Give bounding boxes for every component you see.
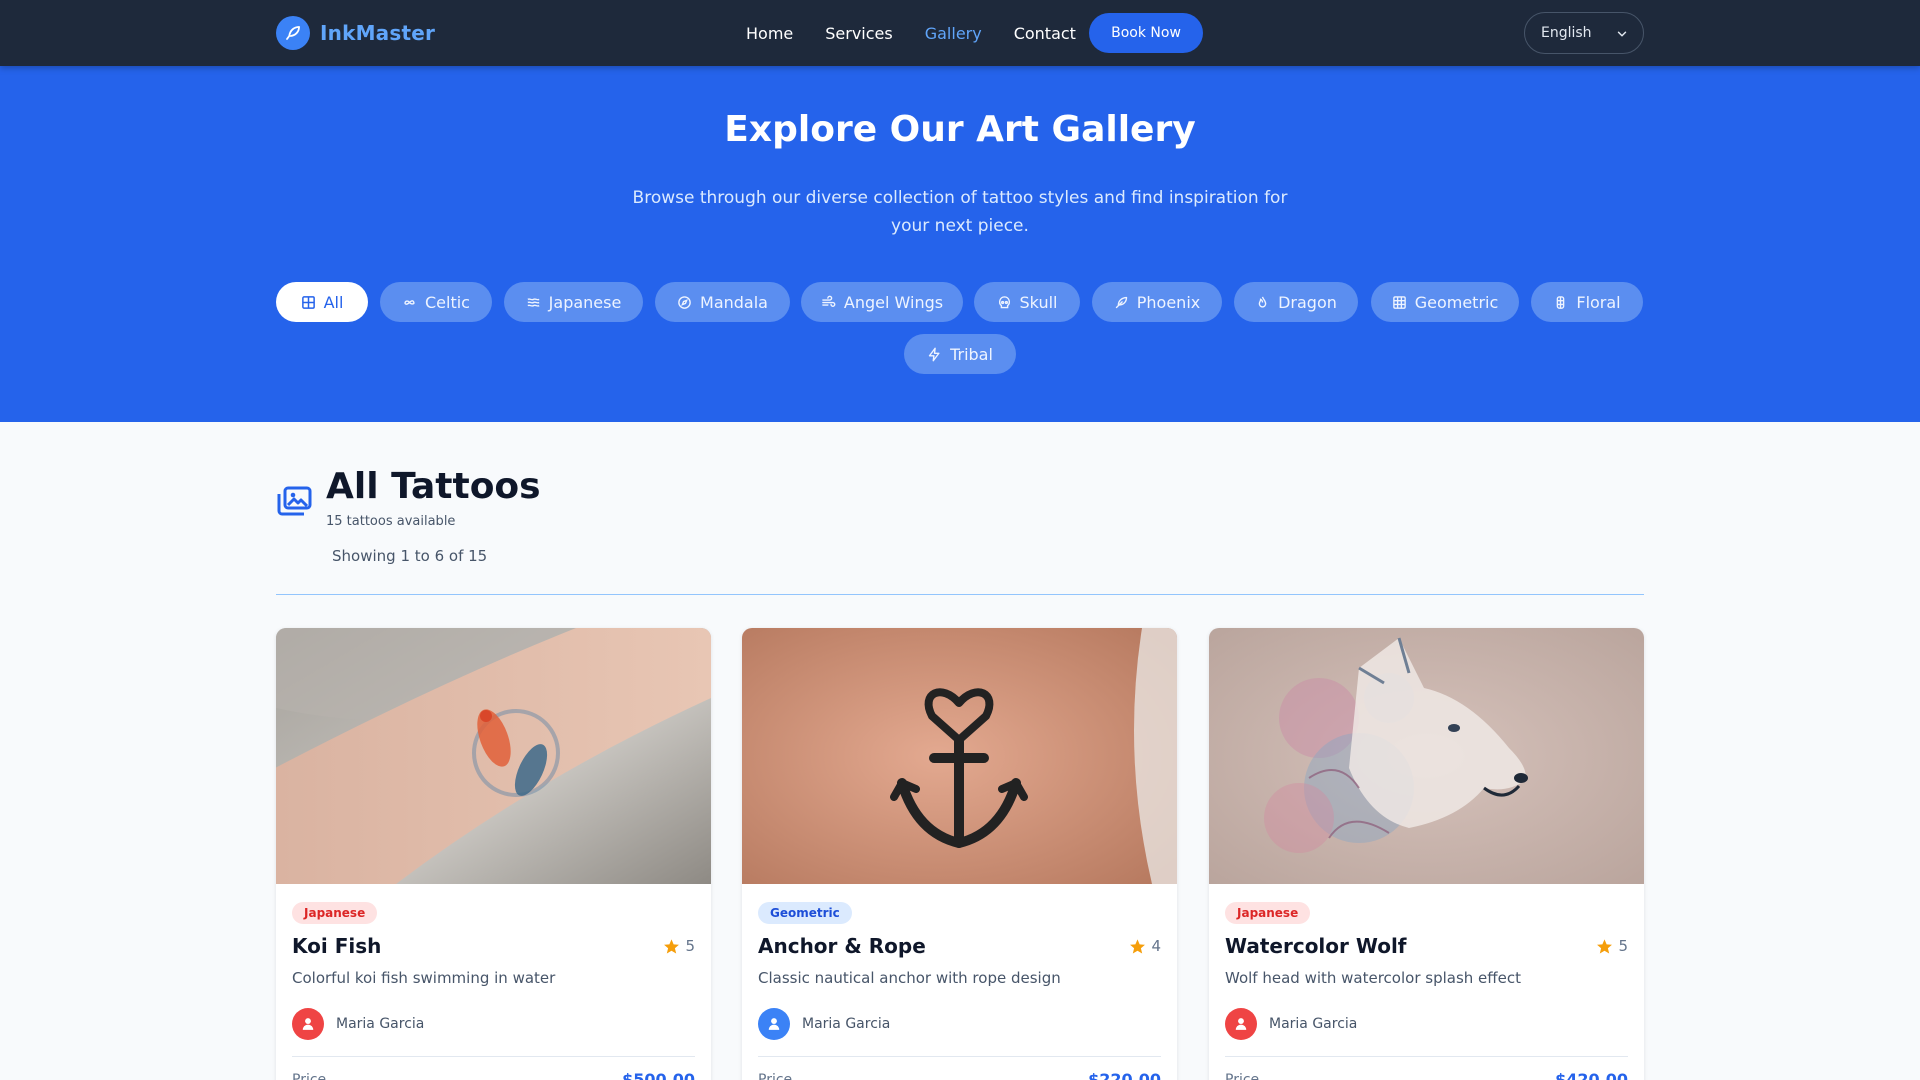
star-icon [1597, 938, 1613, 954]
rating: 5 [1596, 937, 1628, 955]
section-title: All Tattoos [326, 466, 541, 507]
user-icon [1235, 1018, 1247, 1030]
brand[interactable]: InkMaster [276, 14, 435, 52]
filter-mandala[interactable]: Mandala [655, 282, 790, 322]
filter-tribal[interactable]: Tribal [904, 334, 1016, 374]
filter-label: Celtic [425, 292, 470, 312]
avatar [1225, 1008, 1257, 1040]
price: $220.00 [1088, 1070, 1161, 1080]
filter-floral[interactable]: Floral [1531, 282, 1643, 322]
nav-link-services[interactable]: Services [825, 24, 892, 43]
book-now-button[interactable]: Book Now [1089, 13, 1203, 53]
filter-japanese[interactable]: Japanese [504, 282, 643, 322]
tattoo-count: 15 tattoos available [326, 514, 456, 529]
card-description: Classic nautical anchor with rope design [758, 969, 1061, 987]
filter-label: Mandala [700, 292, 768, 312]
artist-name: Maria Garcia [802, 1016, 891, 1032]
star-icon [664, 938, 680, 954]
rating-value: 5 [1618, 937, 1628, 955]
pagination-summary: Showing 1 to 6 of 15 [332, 547, 488, 565]
artist-name: Maria Garcia [1269, 1016, 1358, 1032]
category-tag: Japanese [1225, 902, 1311, 924]
anchor-image[interactable] [742, 628, 1177, 884]
language-value: English [1541, 25, 1592, 41]
language-select[interactable]: English [1524, 12, 1644, 54]
card-divider [292, 1056, 695, 1057]
wind-icon [822, 295, 836, 307]
tattoo-card-watercolor-wolf[interactable]: Japanese Watercolor Wolf 5 Wolf head wit… [1209, 628, 1644, 1080]
card-divider [1225, 1056, 1628, 1057]
price: $420.00 [1555, 1070, 1628, 1080]
filter-celtic[interactable]: Celtic [380, 282, 492, 322]
compass-icon [678, 295, 691, 309]
filter-dragon[interactable]: Dragon [1234, 282, 1358, 322]
filter-all[interactable]: All [276, 282, 368, 322]
rating: 5 [663, 937, 695, 955]
card-title: Anchor & Rope [758, 934, 926, 958]
tattoo-card-anchor-rope[interactable]: Geometric Anchor & Rope 4 Classic nautic… [742, 628, 1177, 1080]
filter-label: All [323, 292, 344, 312]
artist[interactable]: Maria Garcia [292, 1008, 424, 1040]
tattoo-card-koi-fish[interactable]: Japanese Koi Fish 5 Colorful koi fish sw… [276, 628, 711, 1080]
nav-links: Home Services Gallery Contact [746, 14, 1108, 52]
waves-icon [527, 297, 540, 307]
price: $500.00 [622, 1070, 695, 1080]
hero-subtitle: Browse through our diverse collection of… [632, 188, 1288, 236]
card-title: Watercolor Wolf [1225, 934, 1407, 958]
grid-3x3-icon [1392, 295, 1406, 309]
filter-label: Geometric [1414, 292, 1499, 312]
feather-icon [1115, 296, 1127, 308]
category-tag: Japanese [292, 902, 378, 924]
zap-icon [928, 347, 940, 361]
user-icon [768, 1018, 780, 1030]
filter-skull[interactable]: Skull [974, 282, 1080, 322]
filter-angel-wings[interactable]: Angel Wings [801, 282, 963, 322]
filter-phoenix[interactable]: Phoenix [1092, 282, 1222, 322]
card-description: Wolf head with watercolor splash effect [1225, 969, 1521, 987]
price-label: Price [1225, 1072, 1260, 1080]
artist-name: Maria Garcia [336, 1016, 425, 1032]
skull-icon [998, 295, 1010, 308]
section-divider [276, 594, 1644, 595]
card-title: Koi Fish [292, 934, 382, 958]
artist[interactable]: Maria Garcia [758, 1008, 890, 1040]
price-label: Price [292, 1072, 327, 1080]
filter-label: Phoenix [1136, 292, 1201, 312]
nav-link-home[interactable]: Home [746, 24, 793, 43]
nav-link-contact[interactable]: Contact [1014, 24, 1076, 43]
filter-geometric[interactable]: Geometric [1371, 282, 1519, 322]
chevron-down-icon [1617, 31, 1627, 37]
nav-link-gallery[interactable]: Gallery [925, 24, 982, 43]
filter-label: Dragon [1278, 292, 1337, 312]
star-icon [1130, 938, 1146, 954]
feather-logo-icon [276, 16, 310, 50]
rating: 4 [1129, 937, 1161, 955]
hero-section: Explore Our Art Gallery Browse through o… [0, 66, 1920, 422]
card-divider [758, 1056, 1161, 1057]
user-icon [302, 1018, 314, 1030]
flame-icon [1258, 296, 1267, 307]
grid-icon [301, 295, 315, 309]
filter-label: Skull [1019, 292, 1058, 312]
filter-label: Japanese [548, 292, 622, 312]
filter-label: Floral [1576, 292, 1621, 312]
filter-label: Tribal [950, 344, 993, 364]
avatar [758, 1008, 790, 1040]
navbar: InkMaster Home Services Gallery Contact … [0, 0, 1920, 66]
filter-label: Angel Wings [843, 292, 944, 312]
hero-title: Explore Our Art Gallery [724, 109, 1196, 150]
card-description: Colorful koi fish swimming in water [292, 969, 556, 987]
artist[interactable]: Maria Garcia [1225, 1008, 1357, 1040]
category-tag: Geometric [758, 902, 852, 924]
rating-value: 4 [1151, 937, 1161, 955]
infinity-icon [404, 299, 415, 305]
flower-icon [1557, 295, 1565, 309]
watercolor-wolf-image[interactable] [1209, 628, 1644, 884]
avatar [292, 1008, 324, 1040]
price-label: Price [758, 1072, 793, 1080]
brand-name: InkMaster [320, 21, 436, 45]
koi-fish-image[interactable] [276, 628, 711, 884]
images-icon [277, 486, 312, 516]
rating-value: 5 [685, 937, 695, 955]
